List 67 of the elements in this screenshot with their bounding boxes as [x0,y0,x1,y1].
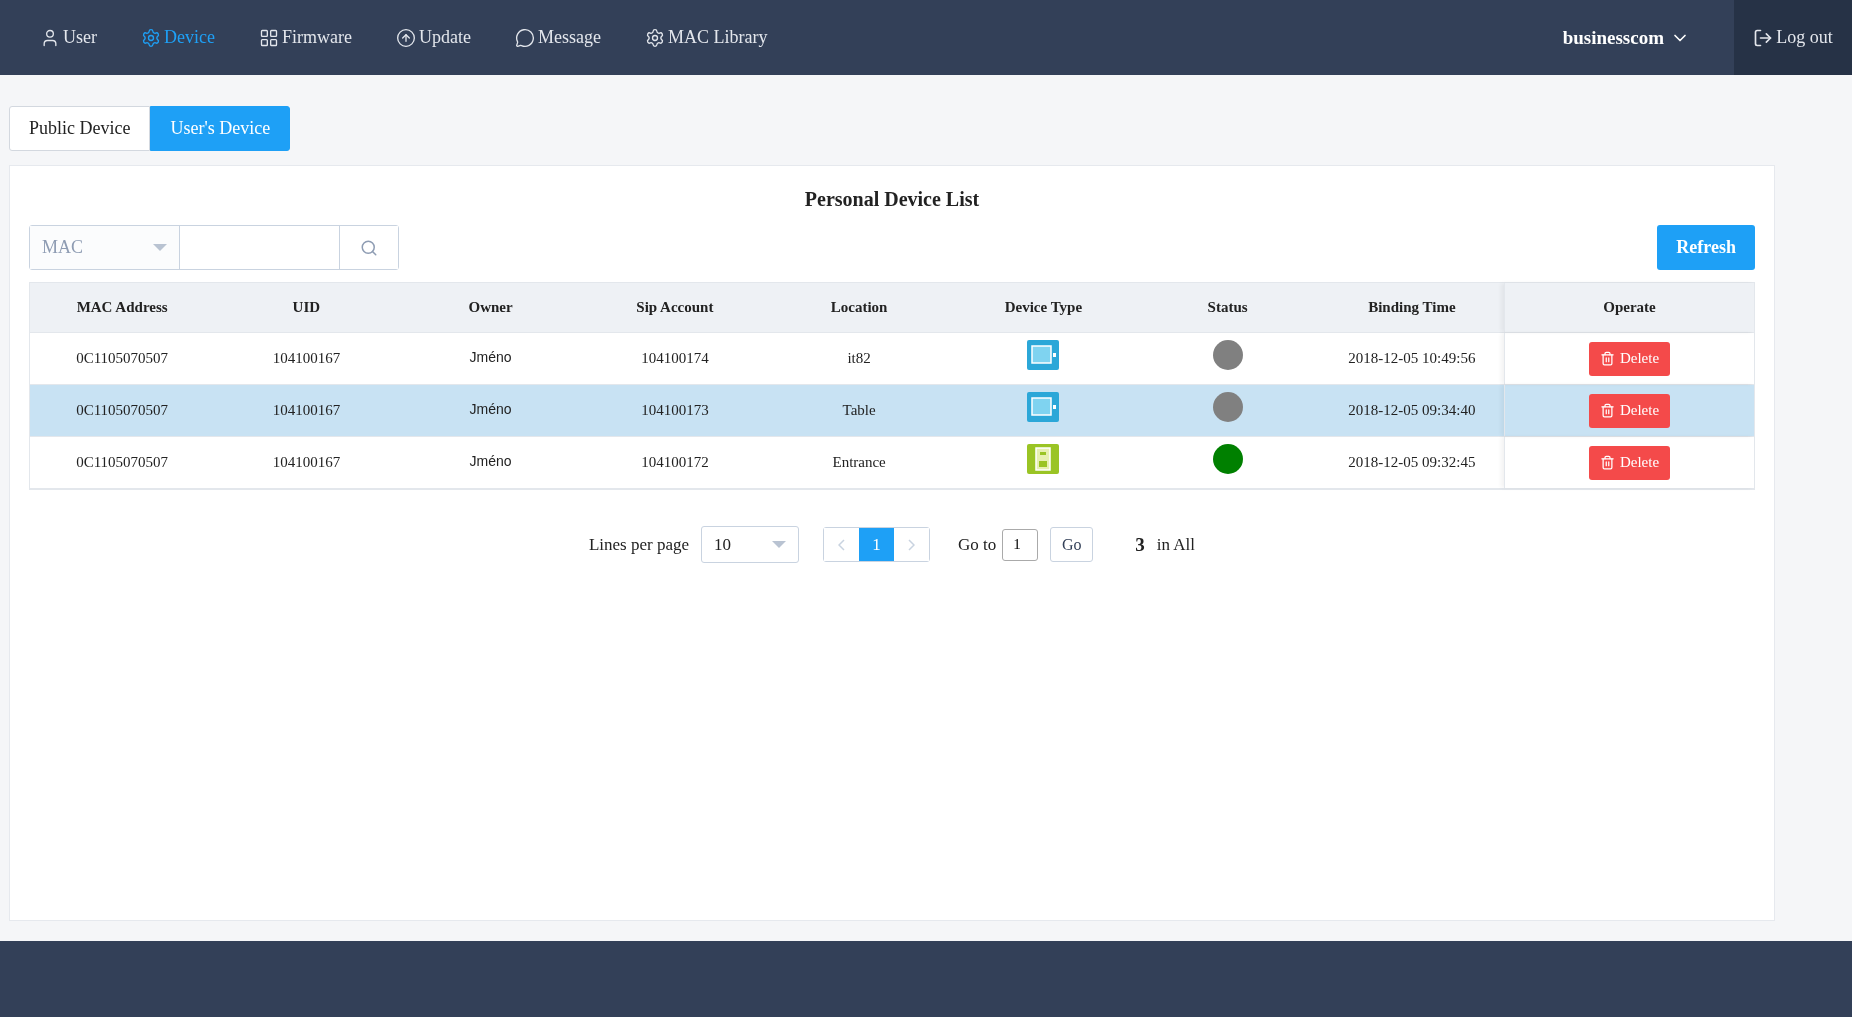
table-row[interactable]: 0C1105070507 104100167 Jméno 104100172 Entrance 2018-12-05 09:32:45 Delete [30,437,1754,489]
column-header: MAC Address [76,299,168,316]
gear-icon [644,27,665,48]
search-icon [360,238,378,257]
table-cell: 0C1105070507 [76,454,169,471]
table-cell: 0C1105070507 [76,350,169,367]
table-cell: 104100173 [641,402,709,419]
column-header: Owner [468,299,513,316]
table-cell: 104100174 [641,350,709,367]
trash-icon [1599,455,1615,470]
lines-per-page-label: Lines per page [588,534,690,555]
column-header: Device Type [1004,299,1083,316]
table-cell: Entrance [832,454,886,471]
table-cell: it82 [847,350,871,367]
lines-per-page-select[interactable]: 10 [701,526,800,563]
nav-item[interactable]: Device [141,27,215,48]
nav-item[interactable]: Update [395,27,471,48]
trash-icon [1599,351,1615,366]
screen-device-icon [1027,339,1060,370]
table-cell: 2018-12-05 09:32:45 [1348,454,1476,471]
gear-icon [141,27,161,48]
door-unit-icon [1027,443,1060,474]
table-cell: Table [842,402,876,419]
column-header: Binding Time [1368,299,1456,316]
tab[interactable]: Public Device [9,106,151,151]
total-label: in All [1156,534,1196,555]
page-title: Personal Device List [803,188,981,211]
nav-item[interactable]: MAC Library [644,27,768,48]
go-button[interactable]: Go [1050,527,1094,562]
account-menu[interactable]: businesscom [1556,25,1696,50]
table-cell: 104100167 [272,402,341,419]
chat-bubble-icon [514,27,535,48]
delete-button[interactable]: Delete [1588,445,1671,480]
nav-item[interactable]: User [40,27,97,48]
column-header: Location [830,299,888,316]
page-input[interactable]: 1 [1002,528,1039,561]
trash-icon [1599,403,1615,418]
table-cell: 0C1105070507 [76,402,169,419]
total-count: 3 [1135,533,1145,556]
table-cell: Jméno [469,348,512,365]
table-cell: Jméno [469,400,512,417]
table-cell: 104100172 [641,454,709,471]
logout-button[interactable]: Log out [1734,0,1852,75]
upload-icon [395,27,416,48]
column-header: UID [292,299,321,316]
table-cell: 2018-12-05 10:49:56 [1348,350,1476,367]
table-cell: 104100167 [272,454,341,471]
go-to-label: Go to [958,534,997,555]
nav-item[interactable]: Message [514,27,601,48]
caret-icon [772,541,787,548]
chevron-left-icon [838,538,846,551]
chevron-right-icon [908,538,916,551]
table-cell: 104100167 [272,350,341,367]
column-header: Sip Account [636,299,714,316]
column-header: Status [1207,299,1248,316]
logout-icon [1753,27,1774,48]
table-cell: Jméno [469,452,512,469]
screen-device-icon [1027,391,1060,422]
table-cell: 2018-12-05 09:34:40 [1348,402,1476,419]
column-header: Operate [1603,299,1656,316]
caret-icon [153,244,167,251]
delete-button[interactable]: Delete [1588,393,1671,428]
table-row[interactable]: 0C1105070507 104100167 Jméno 104100174 it82 2018-12-05 10:49:56 Delete [30,333,1754,385]
grid-icon [258,27,279,48]
table-row[interactable]: 0C1105070507 104100167 Jméno 104100173 Table 2018-12-05 09:34:40 Delete [30,385,1754,437]
nav-item[interactable]: Firmware [258,27,352,48]
delete-button[interactable]: Delete [1588,341,1671,376]
